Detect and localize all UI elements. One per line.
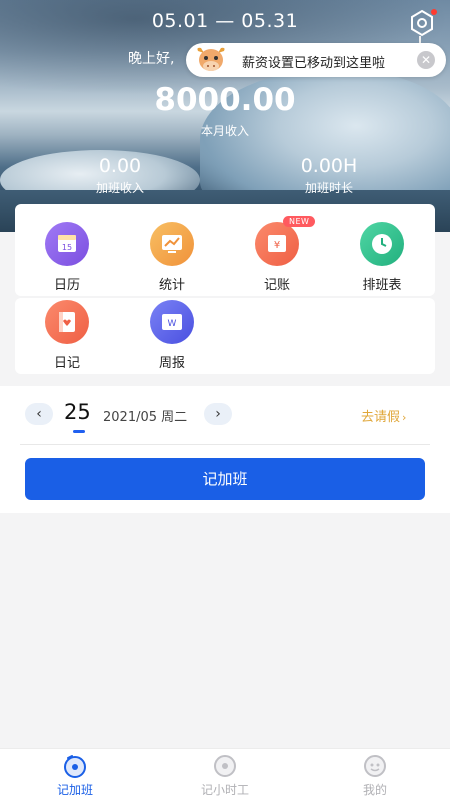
salary-tip-popup[interactable]: 薪资设置已移动到这里啦 ✕ <box>186 43 446 77</box>
tab-record-hourly[interactable]: 记小时工 <box>180 753 270 798</box>
feature-weekly-report[interactable]: W 周报 <box>127 300 217 371</box>
profile-icon <box>362 753 388 779</box>
record-overtime-button[interactable]: 记加班 <box>25 458 425 500</box>
svg-text:¥: ¥ <box>274 240 280 251</box>
request-leave-link[interactable]: 去请假 › <box>361 406 406 425</box>
tab-record-overtime[interactable]: 记加班 <box>30 753 120 798</box>
ledger-icon: ¥ NEW <box>255 216 316 266</box>
notification-dot <box>431 9 437 15</box>
salary-settings-button[interactable] <box>407 8 437 38</box>
selected-date-text[interactable]: 2021/05 周二 <box>103 406 187 425</box>
monthly-income-amount: 8000.00 <box>154 82 296 118</box>
day-underline <box>73 430 85 433</box>
date-section: ‹ 25 2021/05 周二 › 去请假 › 记加班 <box>0 386 450 513</box>
feature-shift-schedule[interactable]: 排班表 <box>337 222 427 293</box>
clock-icon <box>360 222 404 266</box>
feature-grid-row1: 15 日历 统计 ¥ NEW 记账 排班表 <box>15 204 435 296</box>
feature-label: 日历 <box>53 278 80 293</box>
feature-calendar[interactable]: 15 日历 <box>22 222 112 293</box>
overtime-income-label: 加班收入 <box>95 181 144 195</box>
calendar-icon: 15 <box>45 222 89 266</box>
tab-label: 记加班 <box>56 783 93 797</box>
feature-label: 日记 <box>53 356 80 371</box>
bottom-navigation: 记加班 记小时工 我的 <box>0 748 450 800</box>
previous-day-button[interactable]: ‹ <box>25 403 53 425</box>
overtime-hours-stat[interactable]: 0.00H 加班时长 <box>293 155 365 196</box>
weekly-report-icon: W <box>150 300 194 344</box>
request-leave-label: 去请假 <box>361 410 401 425</box>
feature-grid-row2: 日记 W 周报 <box>15 298 435 374</box>
close-icon[interactable]: ✕ <box>417 51 435 69</box>
tab-profile[interactable]: 我的 <box>330 753 420 798</box>
tab-label: 我的 <box>362 783 387 797</box>
overtime-icon <box>62 753 88 779</box>
feature-bookkeeping[interactable]: ¥ NEW 记账 <box>232 216 322 293</box>
svg-text:W: W <box>168 319 177 329</box>
monthly-income-label: 本月收入 <box>200 124 249 138</box>
date-range[interactable]: 05.01 — 05.31 <box>0 10 450 32</box>
feature-label: 记账 <box>263 278 290 293</box>
feature-statistics[interactable]: 统计 <box>127 222 217 293</box>
selected-day: 25 <box>64 400 91 424</box>
svg-text:15: 15 <box>62 243 72 252</box>
overtime-hours-value: 0.00H <box>300 155 358 177</box>
diary-icon <box>45 300 89 344</box>
next-day-button[interactable]: › <box>204 403 232 425</box>
chart-icon <box>150 222 194 266</box>
overtime-income-value: 0.00 <box>98 155 142 177</box>
overtime-hours-label: 加班时长 <box>304 181 353 195</box>
feature-label: 排班表 <box>362 278 402 293</box>
feature-label: 周报 <box>158 356 185 371</box>
divider <box>20 444 430 445</box>
feature-diary[interactable]: 日记 <box>22 300 112 371</box>
new-badge: NEW <box>283 216 316 227</box>
greeting-text: 晚上好, <box>128 51 175 67</box>
bull-mascot-icon <box>194 45 228 75</box>
chevron-right-icon: › <box>402 411 407 424</box>
overtime-income-stat[interactable]: 0.00 加班收入 <box>84 155 156 196</box>
tab-label: 记小时工 <box>200 783 249 797</box>
hourly-icon <box>212 753 238 779</box>
feature-label: 统计 <box>158 278 185 293</box>
tip-text: 薪资设置已移动到这里啦 <box>242 56 386 71</box>
